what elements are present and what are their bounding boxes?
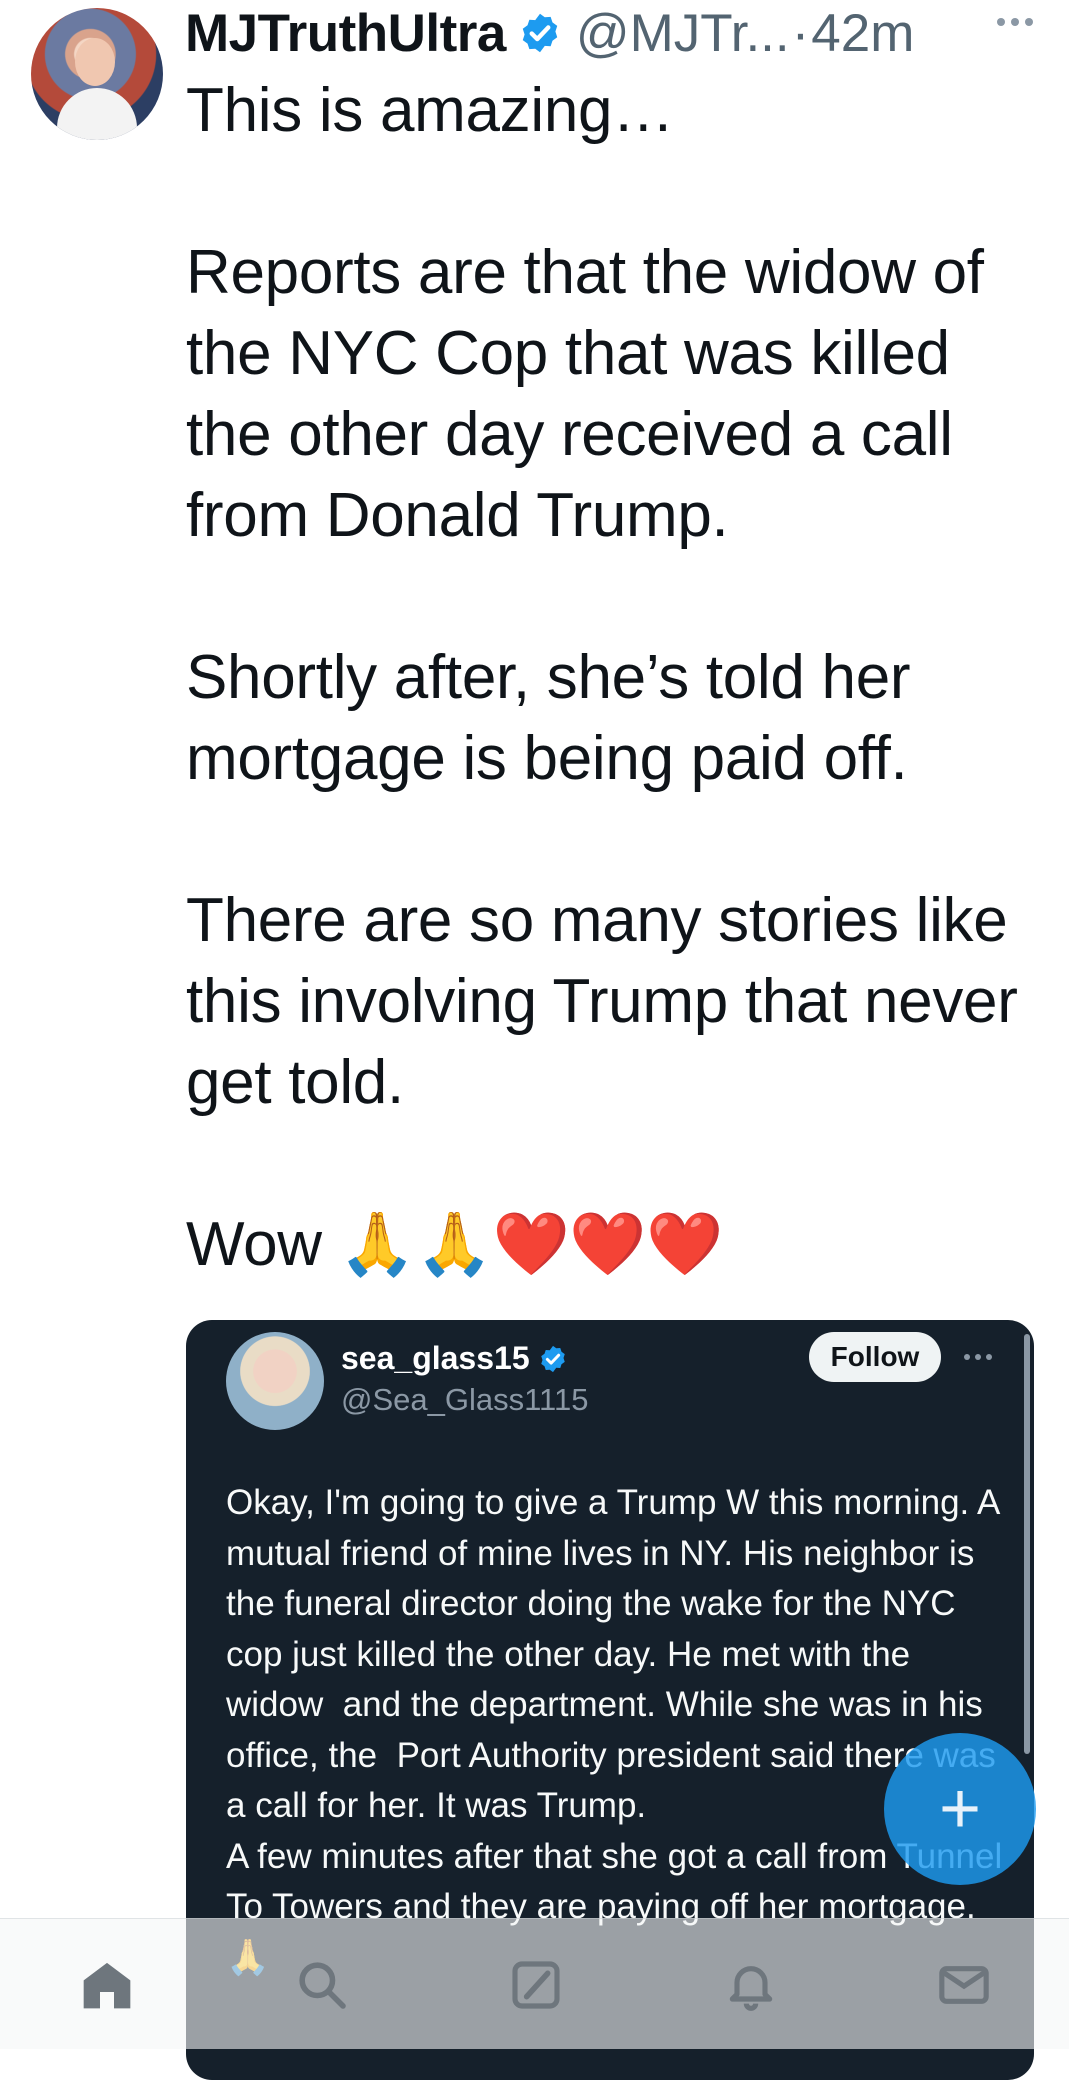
grok-icon[interactable]	[506, 1955, 566, 2015]
search-icon[interactable]	[292, 1955, 352, 2015]
tweet-body: This is amazing… Reports are that the wi…	[186, 76, 1018, 1279]
author-handle[interactable]: @MJTr...	[576, 3, 790, 64]
embedded-author-avatar[interactable]	[226, 1332, 324, 1430]
author-display-name[interactable]: MJTruthUltra	[185, 3, 506, 64]
more-options-icon[interactable]	[997, 18, 1033, 26]
embedded-post-text: Okay, I'm going to give a Trump W this m…	[226, 1483, 1002, 1977]
verified-badge-icon	[538, 1344, 568, 1374]
header-separator: ·	[791, 3, 810, 63]
post-timestamp[interactable]: 42m	[811, 3, 914, 64]
follow-button[interactable]: Follow	[809, 1332, 941, 1382]
tweet-header: MJTruthUltra @MJTr... · 42m	[185, 0, 914, 66]
bottom-navigation-bar	[0, 1918, 1069, 2049]
embedded-scrollbar[interactable]	[1024, 1334, 1030, 1754]
avatar-body	[57, 88, 137, 140]
embedded-author-name-row[interactable]: sea_glass15	[341, 1340, 568, 1377]
home-icon[interactable]	[77, 1955, 137, 2015]
notifications-icon[interactable]	[721, 1955, 781, 2015]
messages-icon[interactable]	[934, 1955, 994, 2015]
author-avatar[interactable]	[31, 8, 163, 140]
embedded-more-icon[interactable]	[964, 1354, 992, 1360]
verified-badge-icon	[518, 11, 562, 55]
plus-icon: +	[938, 1769, 982, 1849]
embedded-author-handle[interactable]: @Sea_Glass1115	[341, 1382, 588, 1418]
avatar-face	[75, 38, 115, 86]
compose-button[interactable]: +	[884, 1733, 1036, 1885]
embedded-author-display-name[interactable]: sea_glass15	[341, 1340, 530, 1377]
